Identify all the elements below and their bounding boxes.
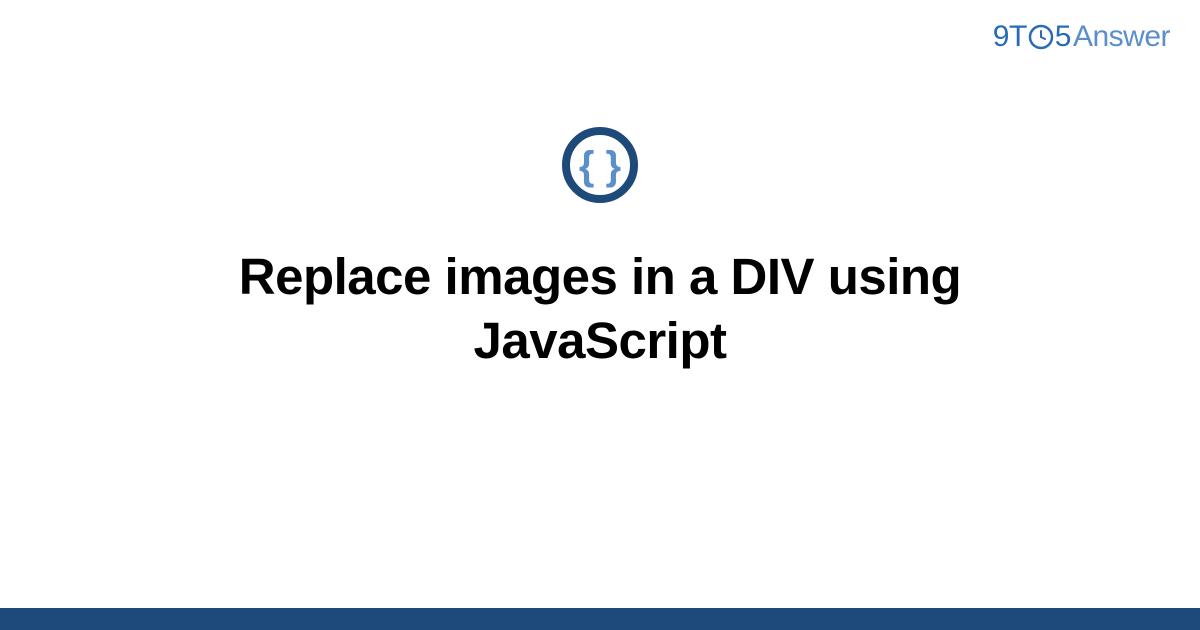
bottom-accent-bar (0, 608, 1200, 630)
page-title: Replace images in a DIV using JavaScript (150, 245, 1050, 373)
logo-part-t: T (1009, 20, 1027, 54)
logo-part-9: 9 (993, 20, 1009, 54)
clock-icon (1028, 24, 1054, 50)
site-logo: 9 T 5 Answer (993, 20, 1170, 54)
code-braces-icon: { } (560, 125, 640, 205)
logo-part-answer: Answer (1073, 20, 1170, 54)
svg-text:{ }: { } (579, 144, 621, 188)
logo-part-5: 5 (1055, 20, 1071, 54)
main-content: { } Replace images in a DIV using JavaSc… (0, 125, 1200, 373)
